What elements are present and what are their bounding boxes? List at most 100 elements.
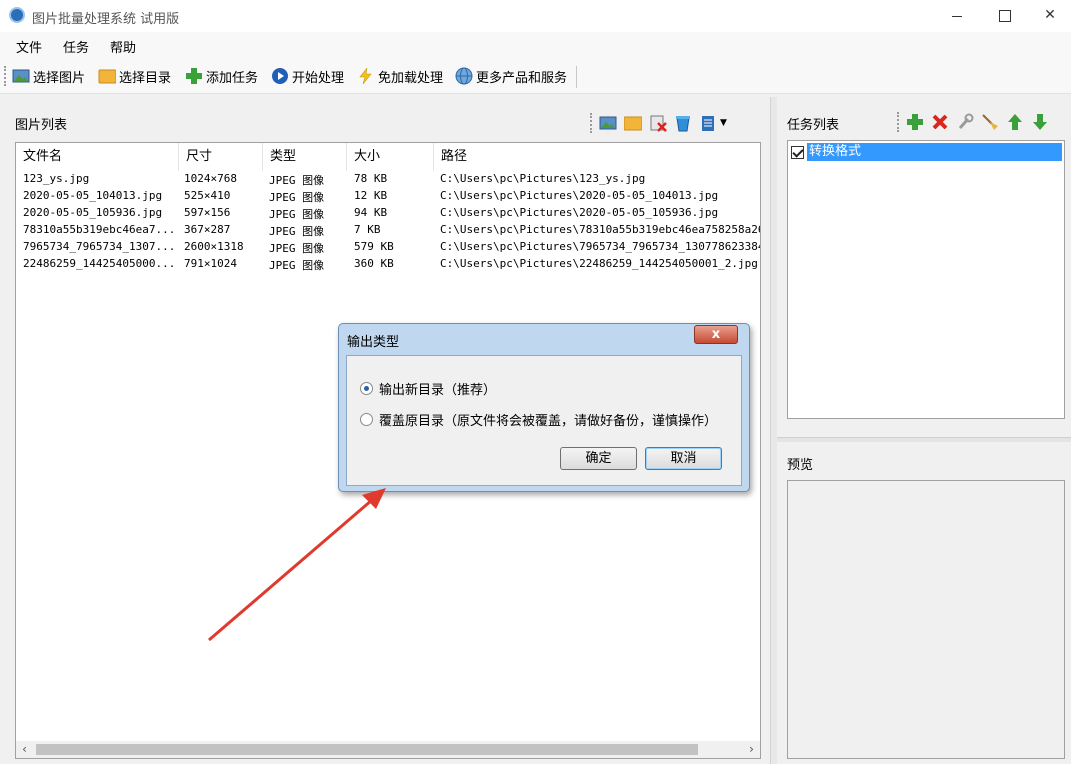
select-folder-button[interactable]: 选择目录 [98,66,171,86]
select-images-label: 选择图片 [33,70,86,86]
minimize-button[interactable] [934,0,980,32]
more-products-button[interactable]: 更多产品和服务 [455,66,567,86]
option-new-folder-label: 输出新目录（推荐） [379,383,497,398]
add-folder-icon[interactable] [623,114,643,132]
plus-icon [185,67,203,85]
add-image-icon[interactable] [599,114,617,132]
table-row[interactable]: 123_ys.jpg 1024×768 JPEG 图像 78 KB C:\Users\p… [16,171,760,188]
delete-task-icon[interactable] [931,113,949,131]
start-processing-button[interactable]: 开始处理 [271,66,344,86]
move-down-icon[interactable] [1031,113,1049,131]
cell-size: 791×1024 [184,257,237,270]
add-task-icon[interactable] [906,113,924,131]
cell-path: C:\Users\pc\Pictures\123_ys.jpg [440,172,646,185]
option-overwrite[interactable]: 覆盖原目录（原文件将会被覆盖，请做好备份，谨慎操作） [360,410,717,429]
cell-filesize: 579 KB [354,240,394,253]
column-header-filesize[interactable]: 大小 [347,143,434,171]
column-header-path[interactable]: 路径 [434,143,760,171]
cell-path: C:\Users\pc\Pictures\22486259_1442540500… [440,257,758,270]
table-row[interactable]: 78310a55b319ebc46ea7... 367×287 JPEG 图像 7 K… [16,222,760,239]
task-list-toolbar [897,112,1056,132]
dropdown-arrow-icon[interactable]: ▼ [720,118,727,128]
remove-image-icon[interactable] [649,114,667,132]
cell-size: 597×156 [184,206,231,219]
play-icon [271,67,289,85]
scroll-right-icon[interactable]: › [743,741,760,758]
cancel-button[interactable]: 取消 [645,447,722,470]
toolbar: 选择图片 选择目录 添加任务 开始处理 免加载处理 更多产品和服务 [0,58,1071,94]
cell-path: C:\Users\pc\Pictures\7965734_7965734_130… [440,240,760,253]
image-list-toolbar: ▼ [590,113,727,133]
toolbar-grip [4,66,7,86]
table-row[interactable]: 2020-05-05_104013.jpg 525×410 JPEG 图像 12 KB… [16,188,760,205]
cell-filesize: 78 KB [354,172,388,185]
cell-type: JPEG 图像 [269,191,325,204]
cell-type: JPEG 图像 [269,174,325,187]
no-load-processing-label: 免加载处理 [378,70,444,86]
cell-filename: 123_ys.jpg [23,172,90,185]
horizontal-scrollbar[interactable]: ‹ › [16,741,760,758]
wrench-icon[interactable] [956,113,974,131]
add-task-button[interactable]: 添加任务 [185,66,258,86]
lightning-icon [357,67,375,85]
table-row[interactable]: 7965734_7965734_1307... 2600×1318 JPEG 图像 5… [16,239,760,256]
cell-path: C:\Users\pc\Pictures\78310a55b319ebc46ea… [440,223,760,236]
globe-icon [455,67,473,85]
image-list-title: 图片列表 [15,118,68,133]
radio-overwrite[interactable] [360,413,373,426]
dialog-title: 输出类型 [347,335,400,350]
cell-path: C:\Users\pc\Pictures\2020-05-05_104013.j… [440,189,719,202]
cell-type: JPEG 图像 [269,208,325,221]
close-window-button[interactable]: ✕ [1027,0,1071,32]
option-overwrite-label: 覆盖原目录（原文件将会被覆盖，请做好备份，谨慎操作） [379,414,718,429]
task-item[interactable]: 转换格式 [790,143,1062,161]
cell-type: JPEG 图像 [269,242,325,255]
cell-filesize: 360 KB [354,257,394,270]
cell-path: C:\Users\pc\Pictures\2020-05-05_105936.j… [440,206,719,219]
menu-help[interactable]: 帮助 [110,37,136,56]
dialog-close-button[interactable]: x [694,325,738,344]
clear-list-icon[interactable] [674,114,692,132]
task-label: 转换格式 [806,143,1062,161]
menu-task[interactable]: 任务 [63,37,89,56]
menu-file[interactable]: 文件 [16,37,42,56]
cell-size: 1024×768 [184,172,237,185]
more-products-label: 更多产品和服务 [476,70,568,86]
menu-bar: 文件 任务 帮助 [0,32,1071,58]
table-row[interactable]: 22486259_14425405000... 791×1024 JPEG 图像 36… [16,256,760,273]
start-processing-label: 开始处理 [292,70,345,86]
radio-new-folder[interactable] [360,382,373,395]
select-folder-label: 选择目录 [119,70,172,86]
column-header-size[interactable]: 尺寸 [179,143,263,171]
window-title: 图片批量处理系统 试用版 [32,12,180,27]
task-checkbox[interactable] [791,145,804,159]
image-icon [12,67,30,85]
cell-filesize: 12 KB [354,189,388,202]
ok-button[interactable]: 确定 [560,447,637,470]
task-list: 转换格式 [787,140,1065,419]
cell-size: 525×410 [184,189,231,202]
vertical-splitter[interactable] [770,97,777,764]
cell-filename: 2020-05-05_105936.jpg [23,206,163,219]
table-row[interactable]: 2020-05-05_105936.jpg 597×156 JPEG 图像 94 KB… [16,205,760,222]
close-icon: x [711,327,721,342]
list-view-icon[interactable] [699,114,717,132]
option-new-folder[interactable]: 输出新目录（推荐） [360,379,496,398]
scroll-left-icon[interactable]: ‹ [16,741,33,758]
scrollbar-thumb[interactable] [36,744,698,755]
task-list-title: 任务列表 [787,118,840,133]
no-load-processing-button[interactable]: 免加载处理 [357,66,443,86]
broom-icon[interactable] [981,113,999,131]
app-icon [9,7,25,23]
move-up-icon[interactable] [1006,113,1024,131]
column-header-type[interactable]: 类型 [263,143,347,171]
toolbar-grip [590,113,593,133]
cell-filesize: 7 KB [354,223,381,236]
cell-size: 2600×1318 [184,240,244,253]
maximize-button[interactable] [981,0,1027,32]
select-images-button[interactable]: 选择图片 [12,66,85,86]
cell-filename: 22486259_14425405000... [23,257,175,270]
column-header-filename[interactable]: 文件名 [16,143,179,171]
toolbar-grip [897,112,900,132]
cell-type: JPEG 图像 [269,225,325,238]
